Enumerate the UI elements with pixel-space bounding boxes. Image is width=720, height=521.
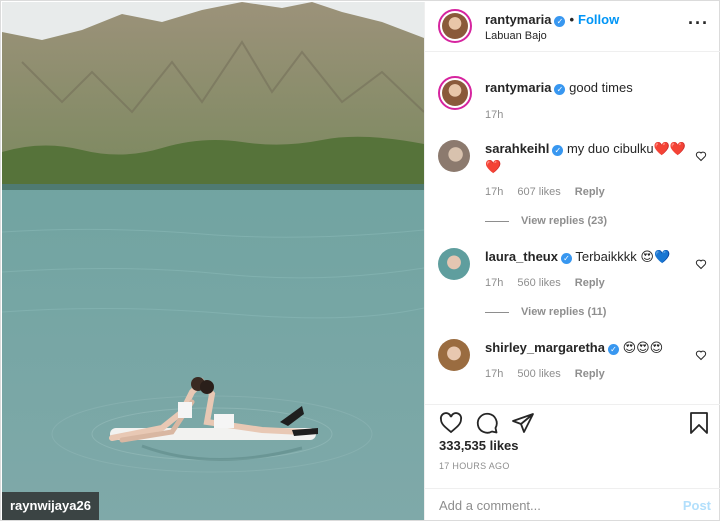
caption-username[interactable]: rantymaria	[485, 80, 551, 95]
author-avatar[interactable]	[438, 9, 472, 43]
view-replies-button[interactable]: View replies (11)	[485, 306, 606, 318]
post-photo[interactable]: raynwijaya26	[2, 2, 424, 520]
separator-dot: •	[569, 12, 575, 27]
post-comment-button[interactable]: Post	[683, 498, 711, 513]
comment-meta: 17h 500 likes Reply	[485, 368, 619, 380]
comment-like-heart-icon[interactable]	[695, 150, 707, 162]
post-timestamp[interactable]: 17 HOURS AGO	[439, 461, 510, 471]
comment-text: sarahkeihl ✓ my duo cibulku❤️❤️❤️	[485, 140, 695, 176]
comment-input[interactable]	[439, 495, 659, 515]
follow-button[interactable]: Follow	[578, 12, 619, 27]
post-action-bar	[425, 404, 720, 440]
comment-username[interactable]: sarahkeihl	[485, 141, 549, 156]
view-replies-button[interactable]: View replies (23)	[485, 215, 607, 227]
comment-text: shirley_margaretha ✓ 😍😍😍	[485, 339, 695, 357]
reply-button[interactable]: Reply	[575, 277, 605, 289]
replies-divider-line	[485, 311, 509, 313]
caption-author-avatar[interactable]	[438, 76, 472, 110]
post-frame: raynwijaya26 rantymaria ✓ • Follow Labuan B…	[0, 0, 720, 521]
verified-badge-icon: ✓	[554, 84, 566, 95]
comment-content: 😍😍😍	[622, 340, 664, 355]
comment-username[interactable]: shirley_margaretha	[485, 340, 605, 355]
comment-meta: 17h 560 likes Reply	[485, 277, 619, 289]
view-replies-label: View replies (11)	[521, 306, 607, 318]
post-location[interactable]: Labuan Bajo	[485, 30, 547, 42]
comment-meta: 17h 607 likes Reply	[485, 186, 619, 198]
add-comment-bar: Post	[425, 488, 720, 520]
caption-content: good times	[569, 80, 633, 95]
comment-time[interactable]: 17h	[485, 186, 503, 198]
caption-meta: 17h	[485, 109, 517, 121]
verified-badge-icon: ✓	[607, 344, 619, 355]
caption-text: rantymaria ✓ good times	[485, 79, 695, 97]
reply-button[interactable]: Reply	[575, 368, 605, 380]
comment-likes[interactable]: 560 likes	[517, 277, 560, 289]
commenter-avatar[interactable]	[438, 140, 470, 172]
comment-time[interactable]: 17h	[485, 277, 503, 289]
comment-username[interactable]: laura_theux	[485, 249, 558, 264]
photo-credit-watermark: raynwijaya26	[2, 492, 99, 520]
commenter-avatar[interactable]	[438, 339, 470, 371]
verified-badge-icon: ✓	[554, 16, 566, 27]
comment-likes[interactable]: 500 likes	[517, 368, 560, 380]
comment-text: laura_theux ✓ Terbaikkkk 😍💙	[485, 248, 695, 266]
verified-badge-icon: ✓	[560, 253, 572, 264]
post-side-panel: rantymaria ✓ • Follow Labuan Bajo ··· ranty…	[424, 2, 720, 520]
commenter-avatar[interactable]	[438, 248, 470, 280]
author-username[interactable]: rantymaria	[485, 12, 551, 27]
comment-like-heart-icon[interactable]	[695, 258, 707, 270]
comment-content: Terbaikkkk 😍💙	[575, 249, 671, 264]
comment-time[interactable]: 17h	[485, 368, 503, 380]
like-heart-icon[interactable]	[439, 411, 463, 435]
likes-count[interactable]: 333,535 likes	[439, 438, 519, 453]
save-bookmark-icon[interactable]	[687, 411, 711, 435]
comment-bubble-icon[interactable]	[475, 411, 499, 435]
comment-like-heart-icon[interactable]	[695, 349, 707, 361]
more-options-icon[interactable]: ···	[688, 14, 709, 32]
reply-button[interactable]: Reply	[575, 186, 605, 198]
comment-likes[interactable]: 607 likes	[517, 186, 560, 198]
verified-badge-icon: ✓	[552, 145, 564, 156]
view-replies-label: View replies (23)	[521, 215, 608, 227]
share-paper-plane-icon[interactable]	[511, 411, 535, 435]
replies-divider-line	[485, 220, 509, 222]
caption-time[interactable]: 17h	[485, 109, 503, 121]
post-header: rantymaria ✓ • Follow Labuan Bajo ···	[425, 2, 720, 52]
lake-scene-image	[2, 2, 424, 520]
author-line: rantymaria ✓ • Follow	[485, 12, 619, 27]
